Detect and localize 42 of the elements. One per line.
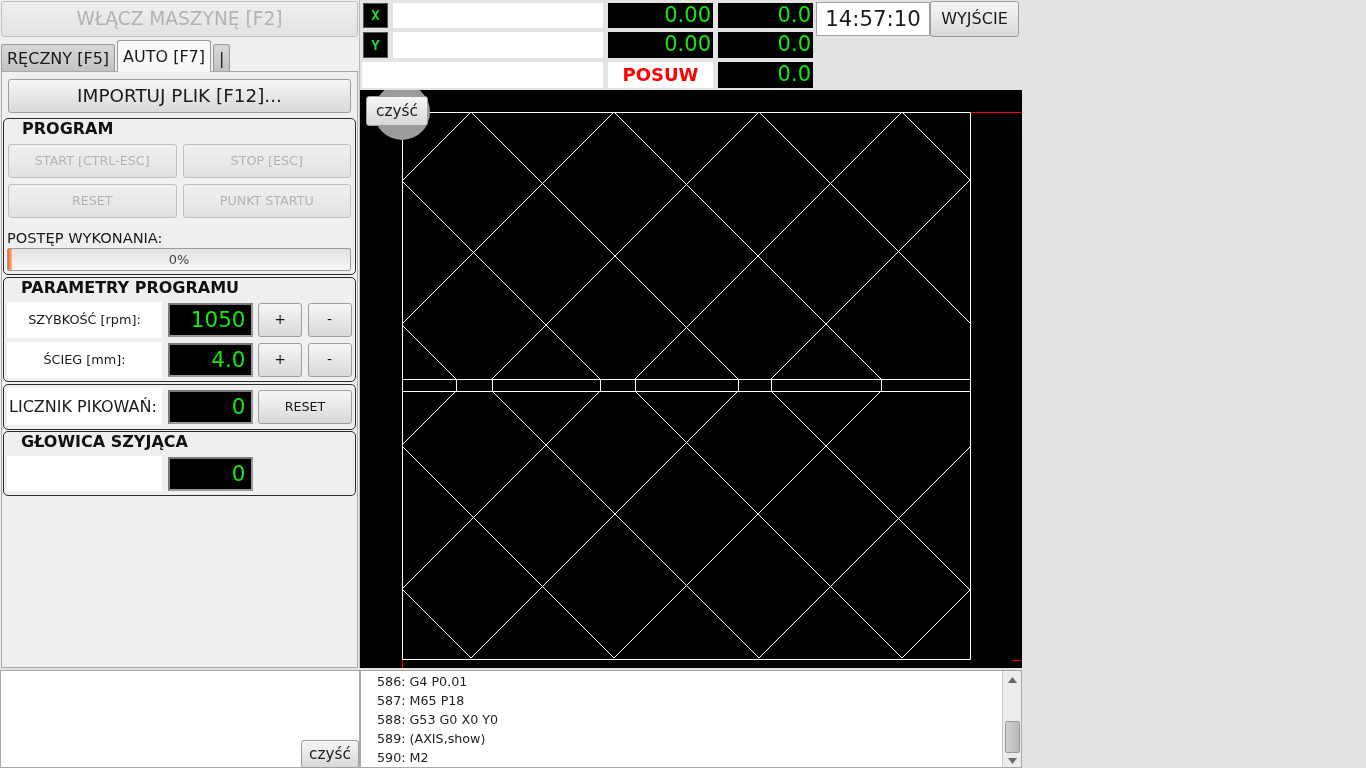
code-line: 589: (AXIS,show)	[377, 730, 487, 748]
plus-button[interactable]: +	[258, 343, 302, 377]
progress-percent: 0%	[168, 251, 190, 269]
clock-display: 14:57:10	[816, 2, 930, 36]
exit-button[interactable]: WYJŚCIE	[930, 1, 1019, 37]
position-display: 0.00	[608, 32, 713, 58]
scrollbar-thumb[interactable]	[1004, 721, 1020, 753]
parameter-label: SZYBKOŚĆ [rpm]:	[7, 302, 162, 338]
scroll-down-arrow-icon[interactable]	[1007, 758, 1017, 764]
code-line: 586: G4 P0.01	[377, 673, 469, 691]
axis-label: X	[363, 3, 388, 28]
counter-display: 0	[167, 389, 253, 424]
scroll-up-arrow-icon[interactable]	[1007, 677, 1017, 683]
tab[interactable]: AUTO [F7]	[117, 40, 212, 72]
tab[interactable]: RĘCZNY [F5]	[1, 44, 116, 71]
value-display: 4.0	[167, 343, 253, 377]
section-title: GŁOWICA SZYJĄCA	[20, 432, 189, 452]
clear-button[interactable]: czyść	[366, 96, 428, 126]
position-display: 0.00	[608, 3, 713, 28]
minus-button[interactable]: -	[307, 343, 352, 377]
progress-label: POSTĘP WYKONANIA:	[7, 229, 164, 246]
code-line: 587: M65 P18	[377, 692, 466, 710]
value-display: 1050	[167, 303, 253, 337]
feed-display: 0.0	[718, 62, 813, 88]
minus-button[interactable]: -	[307, 303, 352, 337]
code-line: 588: G53 G0 X0 Y0	[377, 711, 500, 729]
scrollbar[interactable]	[1002, 671, 1021, 767]
plus-button[interactable]: +	[258, 303, 302, 337]
position-display: 0.0	[718, 3, 813, 28]
section-title: PARAMETRY PROGRAMU	[20, 278, 241, 298]
position-display: 0.0	[718, 32, 813, 58]
parameter-label: ŚCIEG [mm]:	[7, 342, 162, 378]
section-title: PROGRAM	[21, 119, 115, 139]
counter-label: LICZNIK PIKOWAŃ:	[7, 388, 162, 425]
tab[interactable]: |	[213, 44, 231, 71]
axis-label: Y	[363, 32, 388, 58]
clear-button[interactable]: czyść	[301, 740, 359, 768]
code-line: 590: M2	[377, 749, 430, 767]
reset-button[interactable]: RESET	[258, 389, 352, 424]
value-display: 0	[167, 456, 253, 491]
import-button[interactable]: IMPORTUJ PLIK [F12]...	[8, 79, 351, 113]
feed-label: POSUW	[608, 62, 713, 88]
